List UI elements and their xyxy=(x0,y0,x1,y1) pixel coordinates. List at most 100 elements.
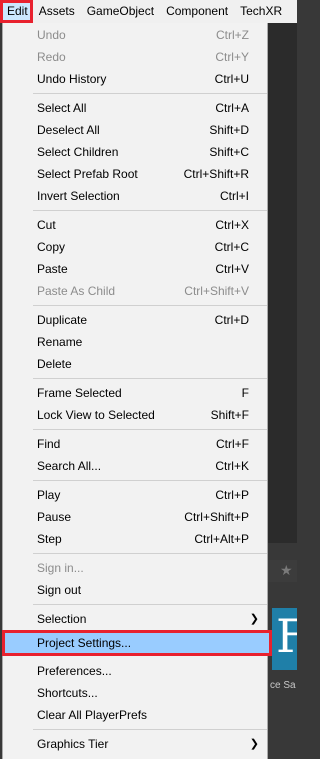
menu-item-label: Clear All PlayerPrefs xyxy=(37,708,148,722)
menu-item-shortcut: Ctrl+X xyxy=(215,218,249,232)
menu-item-label: Delete xyxy=(37,357,72,371)
menu-item-label: Undo xyxy=(37,28,66,42)
background-logo: F xyxy=(272,608,297,670)
menu-item-shortcut: Ctrl+P xyxy=(215,488,249,502)
menu-item-label: Invert Selection xyxy=(37,189,120,203)
menu-item-shortcut: Ctrl+Shift+V xyxy=(184,284,249,298)
menu-item-invert-selection[interactable]: Invert Selection Ctrl+I xyxy=(3,185,267,207)
menu-item-undo[interactable]: Undo Ctrl+Z xyxy=(3,24,267,46)
menu-item-label: Cut xyxy=(37,218,56,232)
menu-item-shortcut: F xyxy=(241,386,249,400)
menu-item-clear-playerprefs[interactable]: Clear All PlayerPrefs xyxy=(3,704,267,726)
menu-item-selection[interactable]: Selection ❯ xyxy=(3,608,267,630)
menu-separator xyxy=(33,305,267,306)
menu-item-shortcut: Shift+F xyxy=(210,408,249,422)
menu-item-label: Sign in... xyxy=(37,561,84,575)
menu-item-select-all[interactable]: Select All Ctrl+A xyxy=(3,97,267,119)
menu-item-label: Paste As Child xyxy=(37,284,116,298)
edit-dropdown-menu: Undo Ctrl+Z Redo Ctrl+Y Undo History Ctrl+U… xyxy=(2,23,272,759)
menu-separator xyxy=(33,480,267,481)
menu-item-frame-selected[interactable]: Frame Selected F xyxy=(3,382,267,404)
menu-item-deselect-all[interactable]: Deselect All Shift+D xyxy=(3,119,267,141)
menu-separator xyxy=(33,553,267,554)
menu-item-label: Rename xyxy=(37,335,83,349)
menu-item-shortcut: Ctrl+Z xyxy=(216,28,249,42)
menu-item-cut[interactable]: Cut Ctrl+X xyxy=(3,214,267,236)
menu-item-shortcut: Ctrl+V xyxy=(215,262,249,276)
background-caption: ce Sa xyxy=(270,680,296,691)
menu-item-copy[interactable]: Copy Ctrl+C xyxy=(3,236,267,258)
menu-item-label: Frame Selected xyxy=(37,386,122,400)
menu-item-shortcut: Ctrl+Shift+R xyxy=(183,167,249,181)
menu-item-project-settings[interactable]: Project Settings... xyxy=(2,630,272,656)
menu-item-pause[interactable]: Pause Ctrl+Shift+P xyxy=(3,506,267,528)
menu-item-label: Selection xyxy=(37,612,87,626)
menu-item-shortcut: Shift+D xyxy=(209,123,249,137)
menu-item-shortcut: Ctrl+K xyxy=(215,459,249,473)
menu-item-label: Search All... xyxy=(37,459,102,473)
menu-item-shortcut: Ctrl+U xyxy=(214,72,249,86)
menu-item-step[interactable]: Step Ctrl+Alt+P xyxy=(3,528,267,550)
menu-separator xyxy=(33,729,267,730)
menu-item-shortcut: Ctrl+C xyxy=(214,240,249,254)
menu-separator xyxy=(33,93,267,94)
menu-item-find[interactable]: Find Ctrl+F xyxy=(3,433,267,455)
menu-item-select-children[interactable]: Select Children Shift+C xyxy=(3,141,267,163)
menu-bar: Edit Assets GameObject Component TechXR xyxy=(0,0,297,23)
menu-item-paste-as-child[interactable]: Paste As Child Ctrl+Shift+V xyxy=(3,280,267,302)
menu-item-lock-view[interactable]: Lock View to Selected Shift+F xyxy=(3,404,267,426)
menu-item-label: Graphics Tier xyxy=(37,737,109,751)
chevron-right-icon: ❯ xyxy=(249,613,259,625)
menu-techxr[interactable]: TechXR xyxy=(234,0,288,23)
menu-item-search-all[interactable]: Search All... Ctrl+K xyxy=(3,455,267,477)
menu-item-label: Duplicate xyxy=(37,313,88,327)
menu-item-label: Select Prefab Root xyxy=(37,167,138,181)
menu-item-label: Pause xyxy=(37,510,72,524)
menu-item-label: Shortcuts... xyxy=(37,686,98,700)
menu-item-label: Paste xyxy=(37,262,68,276)
menu-gameobject[interactable]: GameObject xyxy=(81,0,160,23)
menu-item-label: Preferences... xyxy=(37,664,112,678)
menu-edit[interactable]: Edit xyxy=(0,0,33,23)
menu-item-shortcut: Ctrl+D xyxy=(214,313,249,327)
menu-item-sign-out[interactable]: Sign out xyxy=(3,579,267,601)
menu-component[interactable]: Component xyxy=(160,0,234,23)
menu-item-label: Lock View to Selected xyxy=(37,408,155,422)
menu-item-shortcut: Shift+C xyxy=(209,145,249,159)
menu-separator xyxy=(33,604,267,605)
menu-item-preferences[interactable]: Preferences... xyxy=(3,660,267,682)
menu-item-delete[interactable]: Delete xyxy=(3,353,267,375)
menu-item-paste[interactable]: Paste Ctrl+V xyxy=(3,258,267,280)
star-icon[interactable]: ★ xyxy=(280,562,293,579)
menu-separator xyxy=(33,378,267,379)
menu-item-duplicate[interactable]: Duplicate Ctrl+D xyxy=(3,309,267,331)
menu-assets[interactable]: Assets xyxy=(33,0,81,23)
logo-glyph: F xyxy=(276,609,297,663)
menu-item-label: Copy xyxy=(37,240,66,254)
menu-item-play[interactable]: Play Ctrl+P xyxy=(3,484,267,506)
menu-item-label: Project Settings... xyxy=(37,636,132,650)
menu-item-shortcut: Ctrl+A xyxy=(215,101,249,115)
menu-separator xyxy=(33,210,267,211)
menu-item-shortcut: Ctrl+I xyxy=(219,189,249,203)
menu-item-label: Undo History xyxy=(37,72,107,86)
menu-item-graphics-tier[interactable]: Graphics Tier ❯ xyxy=(3,733,267,755)
menu-item-label: Sign out xyxy=(37,583,82,597)
menu-item-label: Select All xyxy=(37,101,87,115)
background-scene-view xyxy=(268,23,297,543)
menu-item-label: Select Children xyxy=(37,145,119,159)
menu-item-rename[interactable]: Rename xyxy=(3,331,267,353)
menu-item-shortcuts[interactable]: Shortcuts... xyxy=(3,682,267,704)
chevron-right-icon: ❯ xyxy=(249,738,259,750)
menu-item-shortcut: Ctrl+Shift+P xyxy=(184,510,249,524)
menu-item-sign-in[interactable]: Sign in... xyxy=(3,557,267,579)
menu-item-undo-history[interactable]: Undo History Ctrl+U xyxy=(3,68,267,90)
menu-item-label: Redo xyxy=(37,50,66,64)
menu-item-label: Play xyxy=(37,488,61,502)
menu-item-redo[interactable]: Redo Ctrl+Y xyxy=(3,46,267,68)
menu-item-shortcut: Ctrl+Y xyxy=(215,50,249,64)
menu-item-label: Find xyxy=(37,437,61,451)
menu-separator xyxy=(33,429,267,430)
menu-item-select-prefab-root[interactable]: Select Prefab Root Ctrl+Shift+R xyxy=(3,163,267,185)
menu-item-label: Deselect All xyxy=(37,123,100,137)
